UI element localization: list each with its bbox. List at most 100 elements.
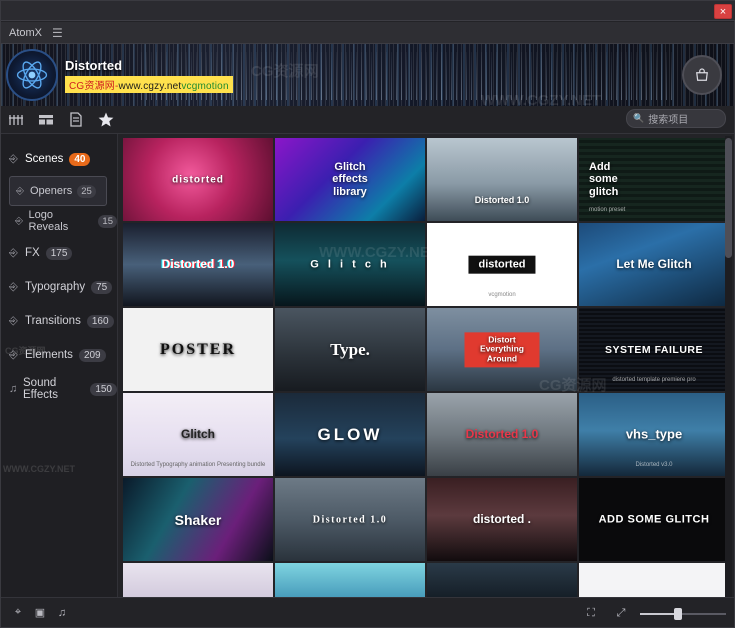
sidebar-item-transitions[interactable]: ⎆ Transitions 160 [1,304,117,338]
sidebar-label-elements: Elements [25,349,73,361]
atomx-window: × AtomX ☰ WWW.CGZY.NET CG资源网 Distorted C… [0,0,735,628]
thumbnail-size-slider[interactable] [640,604,726,622]
elements-icon: ⎆ [9,348,18,361]
sound-effects-icon: ♫ [9,383,18,395]
template-card-title: Glitch effects library [332,160,368,198]
template-card[interactable]: Distorted 1.0 [275,478,425,561]
cart-button[interactable] [682,55,722,95]
sidebar-item-scenes[interactable]: ⎆ Scenes 40 [1,142,117,176]
template-card[interactable]: G l i t c h [275,223,425,306]
list-view-icon[interactable] [31,107,61,133]
template-card-title: Distort Everything Around [464,331,540,368]
title-bar: × [1,1,735,21]
template-card[interactable]: Add some glitch motion preset [579,138,727,221]
template-card[interactable] [275,563,425,599]
sidebar-item-fx[interactable]: ⎆ FX 175 [1,236,117,270]
template-card[interactable]: vhs_type Distorted v3.0 [579,393,727,476]
product-banner: WWW.CGZY.NET CG资源网 Distorted CG资源网-www.c… [1,44,734,106]
template-card[interactable]: Distorted 1.0 [427,393,577,476]
template-card[interactable]: Distorted 1.0 [123,223,273,306]
template-grid-inner: distorted Glitch effects library Distort… [119,134,727,599]
sidebar-item-elements[interactable]: ⎆ Elements 209 [1,338,117,372]
sidebar-label-sound-effects: Sound Effects [23,377,58,401]
template-card[interactable] [427,563,577,599]
template-card-subtitle: vcgmotion [488,292,516,298]
grid-scrollbar[interactable] [725,136,732,597]
template-card-subtitle: motion preset [589,207,626,213]
sidebar-item-typography[interactable]: ⎆ Typography 75 [1,270,117,304]
template-card[interactable]: distorted . [427,478,577,561]
template-card[interactable]: Glitch effects library [275,138,425,221]
app-title: AtomX [9,26,43,39]
template-card-title: distorted [172,173,224,185]
search-icon: 🔍 [633,113,645,123]
favorites-star-icon[interactable] [91,107,121,133]
template-card[interactable]: ADD SOME GLITCH [579,478,727,561]
banner-watermark-cn: CG资源网- [69,81,119,92]
template-grid: distorted Glitch effects library Distort… [119,134,727,599]
template-card[interactable]: Let Me Glitch [579,223,727,306]
page-icon[interactable] [61,107,91,133]
sidebar-count-elements: 209 [78,348,106,362]
openers-icon: ⎆ [16,185,24,197]
target-icon[interactable]: ⌖ [7,602,29,624]
template-card-title: ADD SOME GLITCH [598,513,710,526]
template-card[interactable]: POSTER [123,308,273,391]
logo-reveals-icon: ⎆ [15,215,23,227]
category-sidebar: ⎆ Scenes 40 ⎆ Openers 25 ⎆ Logo Reveals … [1,134,118,599]
template-card[interactable]: Glitch Distorted Typography animation Pr… [123,393,273,476]
watermark-sidebar-2: WWW.CGZY.NET [3,464,75,474]
template-card[interactable]: distorted [123,138,273,221]
slider-fill [640,613,678,615]
template-card[interactable] [123,563,273,599]
scenes-icon: ⎆ [9,152,18,165]
audio-note-icon[interactable]: ♫ [51,602,73,624]
template-card[interactable]: Distorted 1.0 [427,138,577,221]
hamburger-menu-icon[interactable]: ☰ [52,26,63,40]
template-card-title: POSTER [159,340,236,358]
grid-view-icon[interactable] [1,107,31,133]
template-card[interactable]: Type. [275,308,425,391]
template-card-title: Distorted 1.0 [465,426,539,441]
template-card[interactable]: Shaker [123,478,273,561]
template-card-subtitle: Distorted v3.0 [635,462,673,468]
sidebar-count-logo-reveals: 15 [98,214,117,228]
preview-icon[interactable]: ▣ [29,602,51,624]
fx-icon: ⎆ [9,246,18,259]
sidebar-count-transitions: 160 [86,314,114,328]
sidebar-count-sound-effects: 150 [90,382,117,396]
banner-watermark-tail: vcgmotion [181,81,229,92]
status-bar: ⌖ ▣ ♫ ⛶ ⤢ [1,597,734,627]
template-card-title: Glitch [180,426,215,441]
sidebar-label-transitions: Transitions [25,315,81,327]
atomx-logo [6,49,58,101]
fit-screen-icon[interactable]: ⛶ [580,602,602,624]
sidebar-item-logo-reveals[interactable]: ⎆ Logo Reveals 15 [9,206,117,236]
search-placeholder: 搜索项目 [648,115,689,126]
search-input[interactable]: 🔍 搜索项目 [626,109,726,128]
template-card[interactable]: Distort Everything Around [427,308,577,391]
template-card[interactable]: distorted vcgmotion [427,223,577,306]
cart-icon [696,68,708,81]
sidebar-item-sound-effects[interactable]: ♫ Sound Effects 150 [1,372,117,406]
close-window-button[interactable]: × [714,4,732,19]
template-card-title: G l i t c h [310,258,390,271]
template-card-title: Distorted 1.0 [161,256,235,271]
sidebar-item-openers[interactable]: ⎆ Openers 25 [9,176,107,206]
slider-knob[interactable] [674,608,682,620]
zoom-controls: ⛶ ⤢ [580,602,726,624]
template-card-title: GLOW [317,424,383,444]
sidebar-label-openers: Openers [30,185,73,197]
template-card[interactable] [579,563,727,599]
sidebar-count-fx: 175 [45,246,73,260]
template-card[interactable]: SYSTEM FAILURE distorted template premie… [579,308,727,391]
grid-scrollbar-thumb[interactable] [725,138,732,258]
sidebar-label-fx: FX [25,247,40,259]
template-card-title: SYSTEM FAILURE [604,343,703,356]
template-card-title: Distorted 1.0 [474,194,530,205]
expand-icon[interactable]: ⤢ [610,602,632,624]
template-card[interactable]: GLOW [275,393,425,476]
sidebar-count-openers: 25 [77,184,96,198]
template-card-title: Type. [330,339,370,359]
sidebar-count-typography: 75 [91,280,113,294]
